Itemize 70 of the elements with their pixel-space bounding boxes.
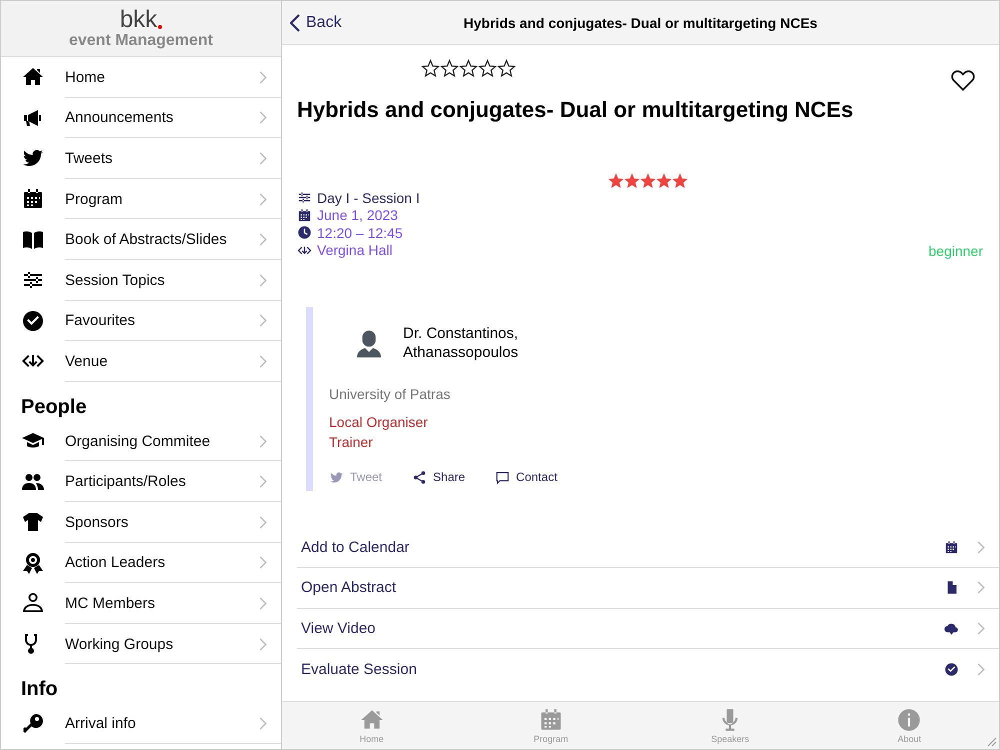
- logo-dot-icon: [158, 24, 162, 28]
- sidebar-item[interactable]: Favourites: [1, 300, 281, 342]
- action-row[interactable]: Evaluate Session: [297, 649, 999, 690]
- chevron-icon: [259, 314, 267, 328]
- action-row[interactable]: View Video: [297, 608, 999, 649]
- chevron-icon: [259, 556, 267, 570]
- chevron-icon: [259, 638, 267, 651]
- calendar-icon: [944, 540, 959, 555]
- session-detail: Vergina Hall: [317, 242, 392, 258]
- sidebar-item[interactable]: Tweets: [1, 138, 281, 179]
- session-detail: 12:20 – 12:45: [317, 224, 403, 241]
- award-icon: [21, 550, 45, 575]
- sidebar-item[interactable]: Arrival info: [1, 703, 281, 744]
- sidebar-item[interactable]: Program: [1, 178, 281, 220]
- chevron-icon: [259, 475, 267, 488]
- chevron-icon: [977, 581, 985, 594]
- chevron-icon: [977, 662, 985, 676]
- logo-text: bkk: [120, 8, 158, 32]
- chevron-icon: [259, 152, 267, 165]
- sidebar-item[interactable]: Organising Commitee: [1, 420, 281, 462]
- sidebar-item[interactable]: Book of Abstracts/Slides: [1, 219, 281, 260]
- sidebar-item[interactable]: Working Groups: [1, 624, 281, 664]
- chevron-icon: [259, 434, 267, 448]
- resize-grip-icon[interactable]: [985, 735, 997, 747]
- action-row[interactable]: Open Abstract: [297, 568, 999, 608]
- speaker-role: Local Organiser: [329, 412, 429, 432]
- nav-title: Hybrids and conjugates- Dual or multitargeting NCEs: [464, 14, 818, 30]
- chevron-icon: [259, 233, 267, 246]
- speech-bubble-icon: [495, 470, 510, 484]
- sidebar-item[interactable]: Announcements: [1, 98, 281, 138]
- chevron-icon: [259, 274, 267, 287]
- chevron-icon: [259, 717, 267, 730]
- logo-subtitle: event Management: [68, 32, 214, 50]
- sidebar-item[interactable]: Sponsors: [1, 502, 281, 543]
- sidebar-item[interactable]: Home: [1, 57, 281, 98]
- sidebar-item[interactable]: MC Members: [1, 583, 281, 624]
- speaker-role: Trainer: [329, 432, 374, 452]
- chevron-icon: [259, 111, 267, 124]
- chevron-left-icon: [290, 14, 300, 32]
- action-row[interactable]: Add to Calendar: [297, 528, 999, 568]
- sidebar-item[interactable]: Venue: [1, 341, 281, 382]
- cloud-download-icon: [944, 620, 959, 636]
- sidebar-item[interactable]: Action Leaders: [1, 542, 281, 584]
- calendar-icon: [297, 208, 312, 223]
- speaker-affiliation: University of Patras: [329, 386, 452, 402]
- share-button[interactable]: Share: [412, 470, 466, 484]
- share-icon: [412, 470, 428, 484]
- bird-icon: [329, 470, 344, 484]
- info-icon: [896, 707, 922, 733]
- chevron-icon: [977, 540, 985, 554]
- star-rating[interactable]: [421, 59, 516, 79]
- chevron-icon: [259, 516, 267, 529]
- section-heading: People: [20, 394, 88, 420]
- contact-button[interactable]: Contact: [495, 470, 558, 484]
- chevron-icon: [977, 622, 985, 635]
- level-tag: beginner: [928, 243, 983, 259]
- sidebar-item[interactable]: Session Topics: [1, 260, 281, 301]
- sliders-icon: [297, 190, 312, 206]
- chevron-icon: [259, 70, 267, 84]
- back-button[interactable]: Back: [282, 14, 350, 32]
- sidebar-item[interactable]: Participants/Roles: [1, 461, 281, 502]
- chevron-icon: [259, 596, 267, 610]
- session-detail: Day I - Session I: [317, 190, 420, 206]
- session-title: Hybrids and conjugates- Dual or multitargeting NCEs: [297, 97, 854, 123]
- chevron-icon: [259, 354, 267, 368]
- clock-icon: [297, 225, 312, 240]
- section-heading: Info: [20, 677, 59, 702]
- chevron-icon: [259, 192, 267, 206]
- speaker-name[interactable]: Dr. Constantinos, Athanassopoulos: [403, 325, 553, 362]
- session-detail: June 1, 2023: [317, 207, 398, 224]
